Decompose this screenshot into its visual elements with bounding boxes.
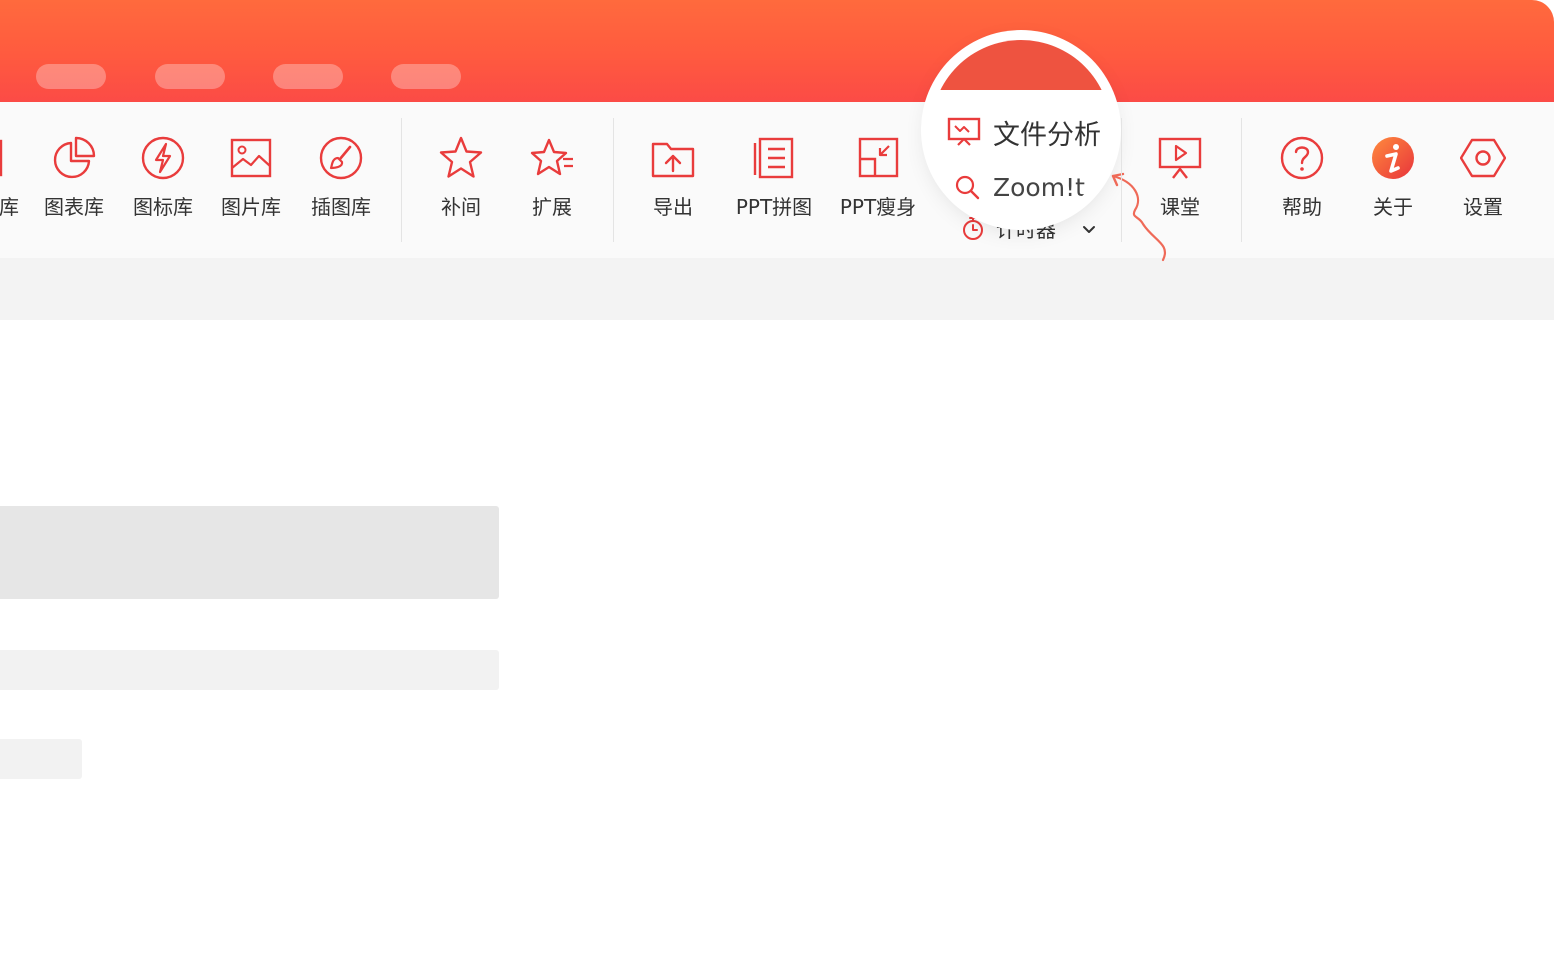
zoomit-menu-item[interactable]: Zoom!t xyxy=(953,170,1085,204)
info-icon xyxy=(1370,135,1416,181)
tab-placeholder-3[interactable] xyxy=(273,64,343,89)
skeleton-line-short xyxy=(0,739,82,779)
tool-ppt-slim-label: PPT瘦身 xyxy=(839,195,917,219)
chevron-down-icon[interactable] xyxy=(1080,219,1098,237)
magnify-icon xyxy=(953,173,981,201)
tab-placeholder-4[interactable] xyxy=(391,64,461,89)
question-icon xyxy=(1279,135,1325,181)
zoomit-label: Zoom!t xyxy=(993,172,1085,202)
hexagon-gear-icon xyxy=(1460,135,1506,181)
image-icon xyxy=(228,135,274,181)
tool-ppt-puzzle-label: PPT拼图 xyxy=(735,195,813,219)
group-divider-1 xyxy=(401,118,402,242)
tool-illustration-library-label: 插图库 xyxy=(311,195,371,219)
stopwatch-icon xyxy=(960,215,986,241)
star-icon xyxy=(438,135,484,181)
lightning-icon xyxy=(140,135,186,181)
tool-tween[interactable]: 补间 xyxy=(425,135,497,219)
tool-classroom[interactable]: 课堂 xyxy=(1144,135,1216,219)
tool-about[interactable]: 关于 xyxy=(1357,135,1429,219)
tool-chart-library-label: 图表库 xyxy=(44,195,104,219)
group-divider-2 xyxy=(613,118,614,242)
pie-chart-icon xyxy=(51,135,97,181)
tool-export[interactable]: 导出 xyxy=(638,135,708,219)
tab-placeholder-1[interactable] xyxy=(36,64,106,89)
tool-settings-label: 设置 xyxy=(1463,195,1503,219)
tool-export-label: 导出 xyxy=(653,195,693,219)
tool-extension-label: 扩展 xyxy=(532,195,572,219)
tool-help[interactable]: 帮助 xyxy=(1266,135,1338,219)
tool-illustration-library[interactable]: 插图库 xyxy=(303,135,379,219)
file-analysis-menu-item[interactable]: 文件分析 xyxy=(947,114,1101,151)
tool-classroom-label: 课堂 xyxy=(1160,195,1200,219)
tool-image-library-label: 图片库 xyxy=(221,195,281,219)
lens-titlebar-segment xyxy=(931,40,1111,90)
tool-partial[interactable]: 库 xyxy=(0,135,24,219)
tool-ppt-puzzle[interactable]: PPT拼图 xyxy=(726,135,822,219)
tool-icon-library[interactable]: 图标库 xyxy=(125,135,201,219)
tool-partial-label: 库 xyxy=(0,195,19,219)
presentation-icon xyxy=(1157,135,1203,181)
partial-icon xyxy=(0,135,24,181)
shrink-icon xyxy=(855,135,901,181)
tool-tween-label: 补间 xyxy=(441,195,481,219)
tool-chart-library[interactable]: 图表库 xyxy=(36,135,112,219)
tool-ppt-slim[interactable]: PPT瘦身 xyxy=(830,135,926,219)
star-list-icon xyxy=(529,135,575,181)
tool-about-label: 关于 xyxy=(1373,195,1413,219)
folder-upload-icon xyxy=(650,135,696,181)
tool-image-library[interactable]: 图片库 xyxy=(213,135,289,219)
magnifier-lens: 文件分析 Zoom!t xyxy=(931,40,1111,220)
title-bar xyxy=(0,0,1554,102)
tool-settings[interactable]: 设置 xyxy=(1447,135,1519,219)
tab-placeholder-2[interactable] xyxy=(155,64,225,89)
skeleton-block-large xyxy=(0,506,499,599)
document-list-icon xyxy=(751,135,797,181)
tool-extension[interactable]: 扩展 xyxy=(516,135,588,219)
group-divider-3 xyxy=(1121,118,1122,242)
skeleton-line xyxy=(0,650,499,690)
ribbon-bottom-strip xyxy=(0,258,1554,320)
tool-help-label: 帮助 xyxy=(1282,195,1322,219)
tool-icon-library-label: 图标库 xyxy=(133,195,193,219)
presentation-analysis-icon xyxy=(947,116,981,148)
file-analysis-label: 文件分析 xyxy=(993,119,1101,151)
group-divider-4 xyxy=(1241,118,1242,242)
brush-icon xyxy=(318,135,364,181)
